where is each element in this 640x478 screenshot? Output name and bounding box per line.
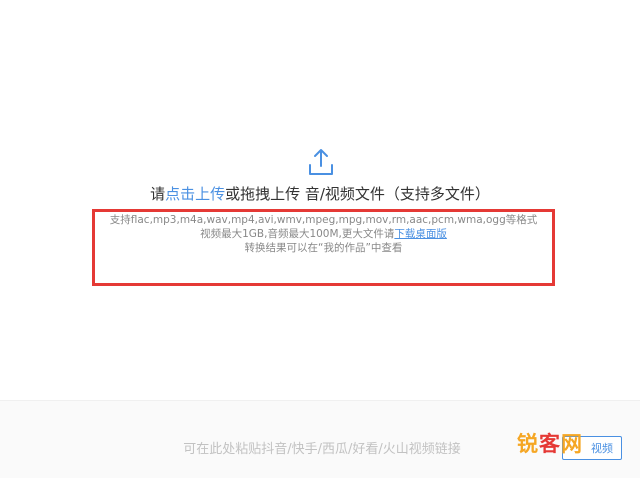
upload-icon[interactable]: [308, 148, 334, 176]
video-link-input[interactable]: [100, 427, 544, 471]
watermark-logo: 锐客网: [517, 430, 583, 458]
watermark-char: 锐: [517, 432, 539, 456]
upload-prompt: 请点击上传或拖拽上传 音/视频文件（支持多文件）: [0, 183, 640, 204]
watermark-char: 客: [539, 432, 561, 456]
size-limit-line: 视频最大1GB,音频最大100M,更大文件请下载桌面版: [92, 227, 555, 241]
upload-info: 支持flac,mp3,m4a,wav,mp4,avi,wmv,mpeg,mpg,…: [92, 213, 555, 255]
upload-prompt-prefix: 请: [150, 185, 166, 203]
click-upload-link[interactable]: 点击上传: [165, 185, 225, 203]
result-hint-text: 转换结果可以在“我的作品”中查看: [244, 242, 403, 254]
upload-prompt-suffix: 或拖拽上传 音/视频文件（支持多文件）: [225, 185, 490, 203]
supported-formats-text: 支持flac,mp3,m4a,wav,mp4,avi,wmv,mpeg,mpg,…: [109, 214, 538, 226]
watermark-char: 网: [561, 432, 583, 456]
download-desktop-link[interactable]: 下载桌面版: [394, 228, 447, 240]
size-limit-text: 视频最大1GB,音频最大100M,更大文件请: [200, 228, 395, 240]
